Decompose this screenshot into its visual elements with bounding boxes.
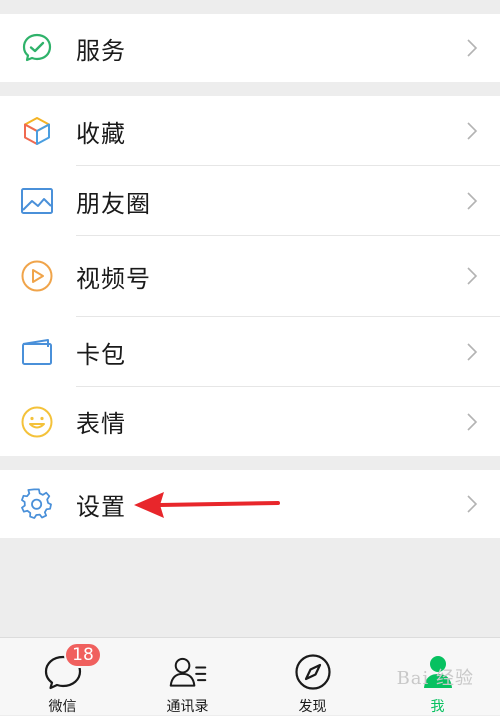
menu-item-label: 表情 — [76, 410, 126, 438]
compass-icon — [293, 652, 333, 692]
menu-item-services[interactable]: 服务 — [0, 14, 500, 82]
menu-item-stickers[interactable]: 表情 — [0, 387, 500, 456]
tab-label: 我 — [430, 699, 445, 715]
tab-label: 微信 — [48, 699, 77, 715]
watermark: Bai 经验 — [396, 668, 474, 689]
menu-item-label: 朋友圈 — [76, 189, 151, 218]
chevron-right-icon — [467, 267, 478, 285]
card-wallet-icon — [20, 335, 54, 369]
unread-badge: 18 — [64, 642, 102, 668]
annotation-arrow-icon — [134, 492, 280, 518]
gear-icon — [20, 487, 54, 521]
menu-item-label: 设置 — [76, 492, 126, 521]
menu-item-label: 服务 — [76, 36, 126, 65]
chevron-right-icon — [467, 39, 478, 57]
menu-group-main: 收藏 朋友圈 视频号 卡包 表情 — [0, 96, 500, 456]
contacts-icon — [168, 652, 208, 692]
chevron-right-icon — [467, 495, 478, 513]
chevron-right-icon — [467, 122, 478, 140]
tab-label: 通讯录 — [166, 699, 209, 715]
menu-item-label: 视频号 — [76, 264, 151, 293]
chevron-right-icon — [467, 412, 478, 431]
menu-item-label: 卡包 — [76, 340, 126, 369]
tab-discover[interactable]: 发现 — [250, 638, 375, 716]
tab-contacts[interactable]: 通讯录 — [125, 638, 250, 716]
chevron-right-icon — [467, 343, 478, 361]
menu-item-moments[interactable]: 朋友圈 — [0, 166, 500, 236]
menu-group-services: 服务 — [0, 14, 500, 82]
menu-item-channels[interactable]: 视频号 — [0, 236, 500, 316]
favorites-cube-icon — [20, 114, 54, 148]
menu-item-cards[interactable]: 卡包 — [0, 317, 500, 387]
stickers-smile-icon — [20, 405, 54, 439]
menu-item-label: 收藏 — [76, 119, 126, 148]
services-check-icon — [20, 31, 54, 65]
tab-chats[interactable]: 微信 18 — [0, 638, 125, 716]
chevron-right-icon — [467, 192, 478, 210]
tab-label: 发现 — [298, 699, 327, 715]
moments-picture-icon — [20, 184, 54, 218]
channels-play-icon — [20, 259, 54, 293]
menu-item-favorites[interactable]: 收藏 — [0, 96, 500, 166]
